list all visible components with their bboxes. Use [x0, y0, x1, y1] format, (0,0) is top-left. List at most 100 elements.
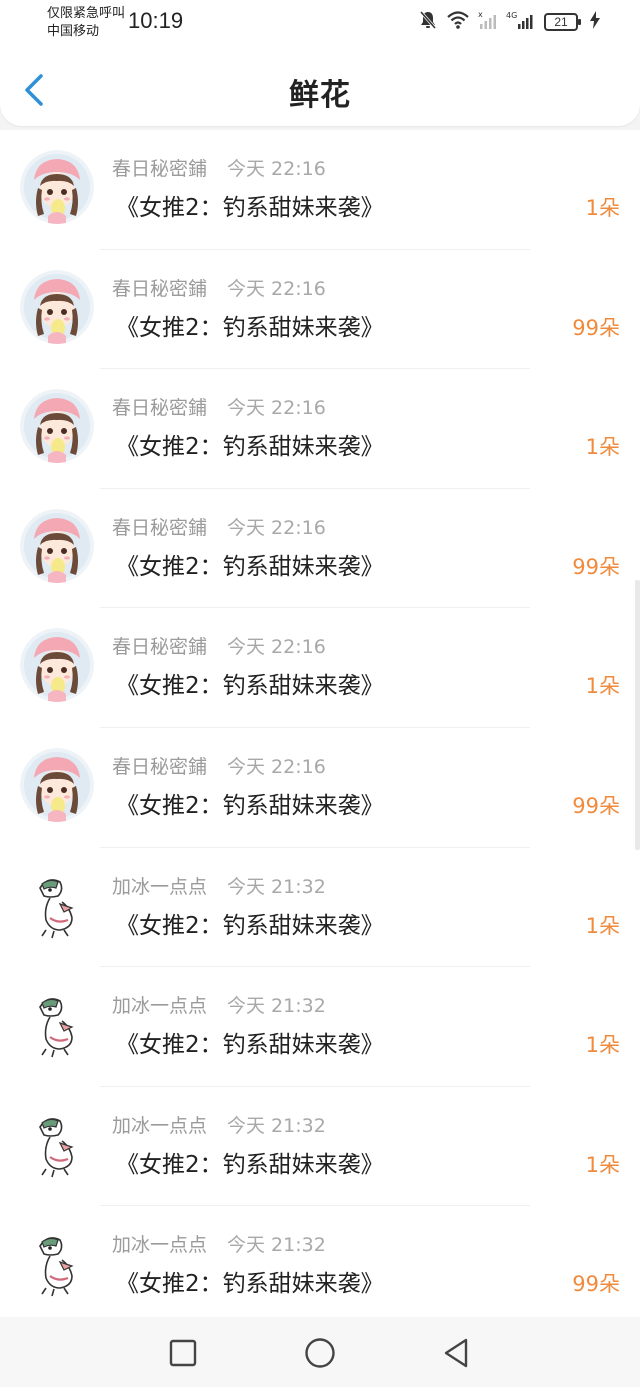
- sender-name: 春日秘密鋪: [112, 277, 208, 300]
- list-item[interactable]: 春日秘密鋪 今天 22:16 《女推2：钓系甜妹来袭》 99朵: [0, 250, 640, 370]
- book-title: 《女推2：钓系甜妹来袭》: [116, 314, 384, 341]
- home-button[interactable]: [302, 1335, 338, 1371]
- list-item[interactable]: 加冰一点点 今天 21:32 《女推2：钓系甜妹来袭》 1朵: [0, 1087, 640, 1207]
- signal-icon: 4G: [506, 10, 536, 34]
- sender-name: 加冰一点点: [112, 1234, 208, 1257]
- flower-count: 99朵: [572, 554, 620, 579]
- timestamp: 今天 22:16: [227, 277, 326, 300]
- book-title: 《女推2：钓系甜妹来袭》: [116, 792, 384, 819]
- page-title: 鲜花: [289, 78, 351, 113]
- header: 鲜花: [0, 48, 640, 126]
- status-bar: 仅限紧急呼叫 中国移动 10:19 x 4G 21: [0, 0, 640, 48]
- sender-line: 加冰一点点 今天 21:32: [112, 1111, 326, 1138]
- list-item[interactable]: 春日秘密鋪 今天 22:16 《女推2：钓系甜妹来袭》 99朵: [0, 728, 640, 848]
- sender-name: 春日秘密鋪: [112, 636, 208, 659]
- girl-avatar-icon: [20, 389, 94, 464]
- carrier-line-2: 中国移动: [47, 24, 100, 39]
- status-icons: x 4G 21: [418, 10, 600, 34]
- timestamp: 今天 22:16: [227, 636, 326, 659]
- flower-count: 1朵: [585, 913, 620, 938]
- sender-line: 春日秘密鋪 今天 22:16: [112, 393, 326, 420]
- flower-count: 99朵: [572, 315, 620, 340]
- timestamp: 今天 21:32: [227, 1114, 326, 1137]
- girl-avatar-icon: [20, 747, 94, 822]
- sender-name: 春日秘密鋪: [112, 158, 208, 180]
- list-item[interactable]: 春日秘密鋪 今天 22:16 《女推2：钓系甜妹来袭》 1朵: [0, 369, 640, 489]
- flower-count: 99朵: [572, 1272, 620, 1297]
- avatar[interactable]: [20, 987, 94, 1062]
- flower-list: 春日秘密鋪 今天 22:16 《女推2：钓系甜妹来袭》 1朵 春日秘密鋪 今天 22: [0, 130, 640, 1317]
- sender-name: 春日秘密鋪: [112, 516, 208, 539]
- sender-name: 加冰一点点: [112, 1114, 208, 1137]
- screen: 仅限紧急呼叫 中国移动 10:19 x 4G 21 鲜花 春日秘密鋪 今天 22…: [0, 0, 640, 1387]
- timestamp: 今天 22:16: [227, 516, 326, 539]
- sender-name: 春日秘密鋪: [112, 397, 208, 420]
- book-title: 《女推2：钓系甜妹来袭》: [116, 195, 384, 221]
- book-title: 《女推2：钓系甜妹来袭》: [116, 434, 384, 461]
- timestamp: 今天 22:16: [227, 158, 326, 180]
- flower-count: 1朵: [585, 196, 620, 220]
- avatar[interactable]: [20, 508, 94, 583]
- battery-icon: 21: [544, 13, 581, 31]
- book-title: 《女推2：钓系甜妹来袭》: [116, 673, 384, 700]
- recents-button[interactable]: [165, 1335, 201, 1371]
- girl-avatar-icon: [20, 269, 94, 344]
- list-item[interactable]: 春日秘密鋪 今天 22:16 《女推2：钓系甜妹来袭》 1朵: [0, 130, 640, 250]
- flower-count: 99朵: [572, 793, 620, 818]
- flower-count: 1朵: [585, 435, 620, 460]
- list-item[interactable]: 春日秘密鋪 今天 22:16 《女推2：钓系甜妹来袭》 99朵: [0, 489, 640, 609]
- list-item[interactable]: 加冰一点点 今天 21:32 《女推2：钓系甜妹来袭》 99朵: [0, 1206, 640, 1317]
- avatar[interactable]: [20, 1106, 94, 1181]
- sender-line: 春日秘密鋪 今天 22:16: [112, 513, 326, 540]
- list-item[interactable]: 加冰一点点 今天 21:32 《女推2：钓系甜妹来袭》 1朵: [0, 967, 640, 1087]
- avatar[interactable]: [20, 628, 94, 703]
- sender-line: 春日秘密鋪 今天 22:16: [112, 632, 326, 659]
- avatar[interactable]: [20, 389, 94, 464]
- timestamp: 今天 21:32: [227, 875, 326, 898]
- book-title: 《女推2：钓系甜妹来袭》: [116, 1032, 384, 1059]
- girl-avatar-icon: [20, 508, 94, 583]
- duck-avatar-icon: [20, 1226, 94, 1301]
- girl-avatar-icon: [20, 628, 94, 703]
- avatar[interactable]: [20, 747, 94, 822]
- sender-line: 春日秘密鋪 今天 22:16: [112, 154, 326, 181]
- avatar[interactable]: [20, 867, 94, 942]
- signal-x-icon: x: [478, 10, 498, 34]
- svg-text:x: x: [478, 10, 483, 19]
- carrier-line-1: 仅限紧急呼叫: [47, 6, 126, 21]
- sender-line: 春日秘密鋪 今天 22:16: [112, 752, 326, 779]
- timestamp: 今天 21:32: [227, 995, 326, 1018]
- network-type-label: 4G: [506, 11, 517, 20]
- book-title: 《女推2：钓系甜妹来袭》: [116, 1271, 384, 1298]
- mute-bell-icon: [418, 10, 438, 34]
- sender-name: 春日秘密鋪: [112, 755, 208, 778]
- scrollbar[interactable]: [635, 580, 640, 850]
- list-item[interactable]: 加冰一点点 今天 21:32 《女推2：钓系甜妹来袭》 1朵: [0, 848, 640, 968]
- sender-line: 加冰一点点 今天 21:32: [112, 872, 326, 899]
- avatar[interactable]: [20, 1226, 94, 1301]
- girl-avatar-icon: [20, 150, 94, 224]
- recents-square-icon: [165, 1339, 201, 1375]
- book-title: 《女推2：钓系甜妹来袭》: [116, 553, 384, 580]
- duck-avatar-icon: [20, 1106, 94, 1181]
- avatar[interactable]: [20, 150, 94, 224]
- navigation-bar: [0, 1317, 640, 1387]
- sender-line: 春日秘密鋪 今天 22:16: [112, 274, 326, 301]
- avatar[interactable]: [20, 269, 94, 344]
- flower-count: 1朵: [585, 1033, 620, 1058]
- flower-count: 1朵: [585, 1152, 620, 1177]
- carrier-info: 仅限紧急呼叫 中国移动: [47, 5, 125, 41]
- timestamp: 今天 22:16: [227, 755, 326, 778]
- duck-avatar-icon: [20, 987, 94, 1062]
- list-item[interactable]: 春日秘密鋪 今天 22:16 《女推2：钓系甜妹来袭》 1朵: [0, 608, 640, 728]
- status-time: 10:19: [128, 8, 184, 33]
- duck-avatar-icon: [20, 867, 94, 942]
- sender-line: 加冰一点点 今天 21:32: [112, 1230, 326, 1257]
- sender-name: 加冰一点点: [112, 875, 208, 898]
- system-back-button[interactable]: [438, 1335, 474, 1371]
- timestamp: 今天 22:16: [227, 397, 326, 420]
- timestamp: 今天 21:32: [227, 1234, 326, 1257]
- back-triangle-icon: [438, 1338, 474, 1375]
- wifi-icon: [446, 10, 470, 34]
- sender-name: 加冰一点点: [112, 995, 208, 1018]
